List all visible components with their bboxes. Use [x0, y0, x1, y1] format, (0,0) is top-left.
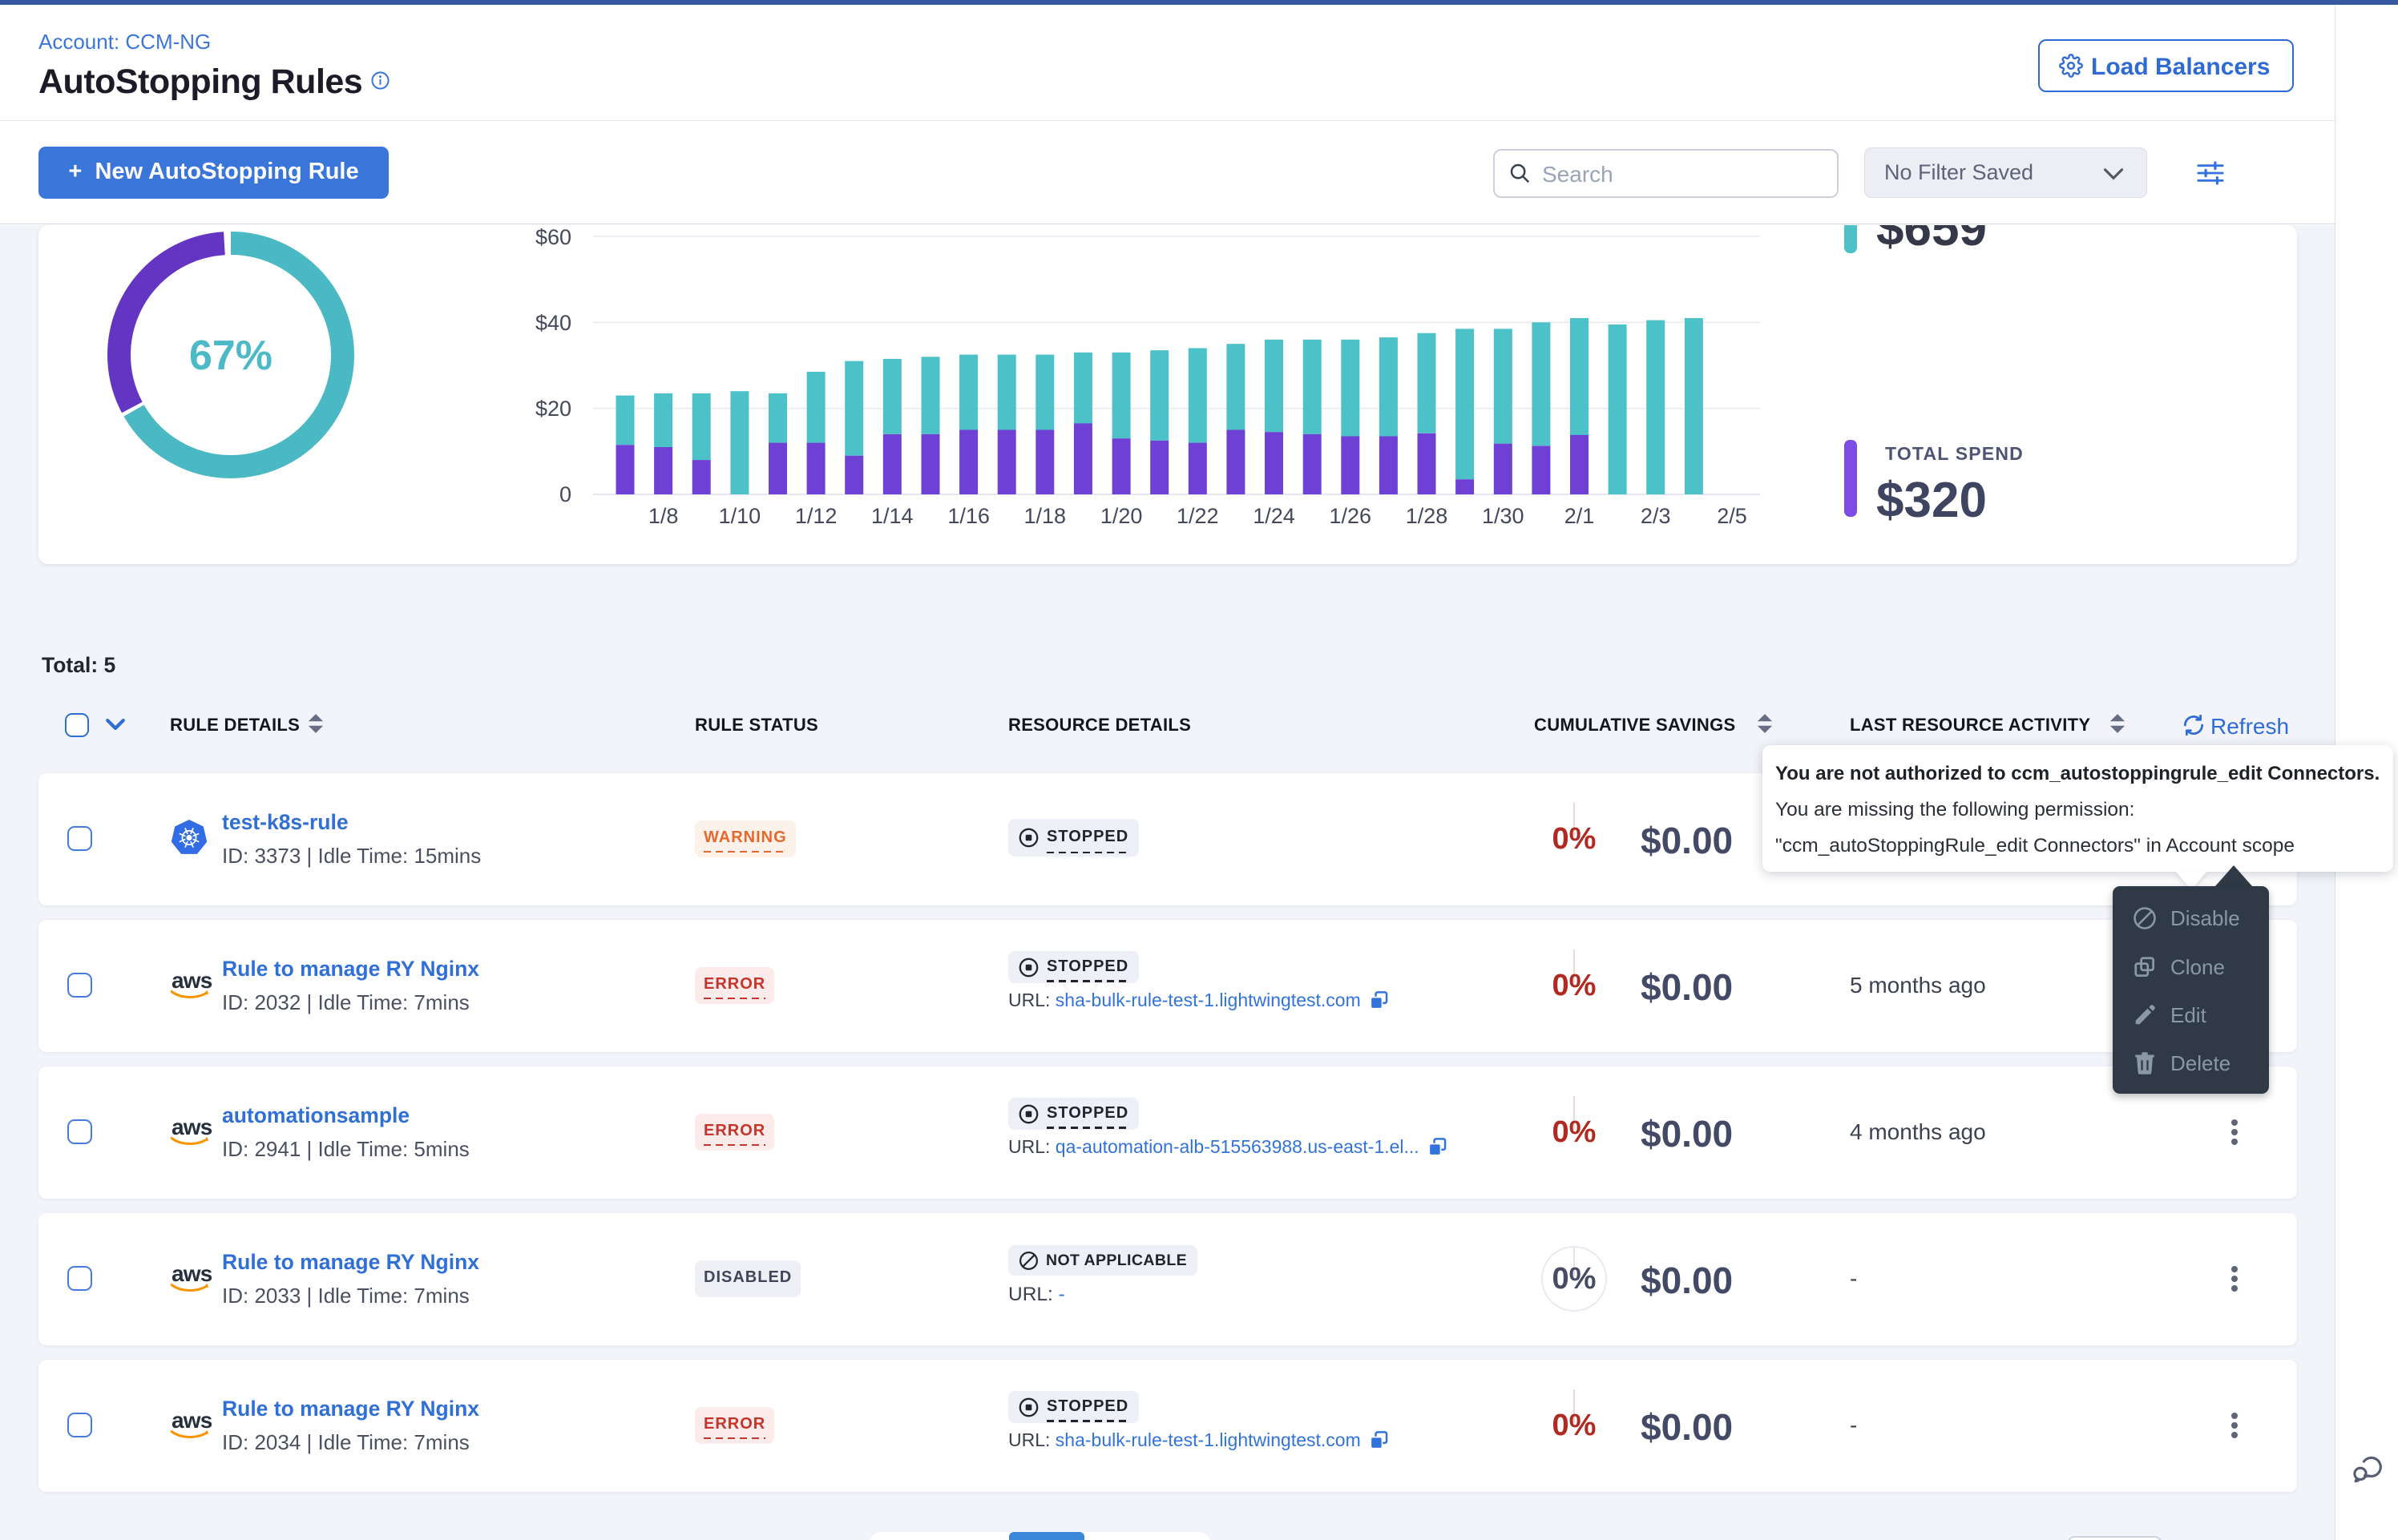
- svg-text:$60: $60: [535, 225, 571, 249]
- svg-text:1/30: 1/30: [1482, 504, 1524, 528]
- svg-text:2/3: 2/3: [1641, 504, 1671, 528]
- svg-text:1/28: 1/28: [1406, 504, 1448, 528]
- svg-text:1/10: 1/10: [719, 504, 761, 528]
- svg-text:1/26: 1/26: [1330, 504, 1372, 528]
- svg-text:2/1: 2/1: [1564, 504, 1595, 528]
- svg-text:$20: $20: [535, 397, 571, 421]
- svg-text:2/5: 2/5: [1717, 504, 1747, 528]
- svg-text:1/14: 1/14: [871, 504, 914, 528]
- svg-text:1/16: 1/16: [947, 504, 990, 528]
- svg-text:$40: $40: [535, 311, 571, 335]
- svg-text:1/12: 1/12: [795, 504, 838, 528]
- svg-text:1/8: 1/8: [648, 504, 679, 528]
- svg-text:1/24: 1/24: [1253, 504, 1295, 528]
- svg-text:0: 0: [559, 482, 571, 506]
- svg-text:1/18: 1/18: [1024, 504, 1067, 528]
- svg-text:1/20: 1/20: [1100, 504, 1143, 528]
- svg-text:1/22: 1/22: [1177, 504, 1219, 528]
